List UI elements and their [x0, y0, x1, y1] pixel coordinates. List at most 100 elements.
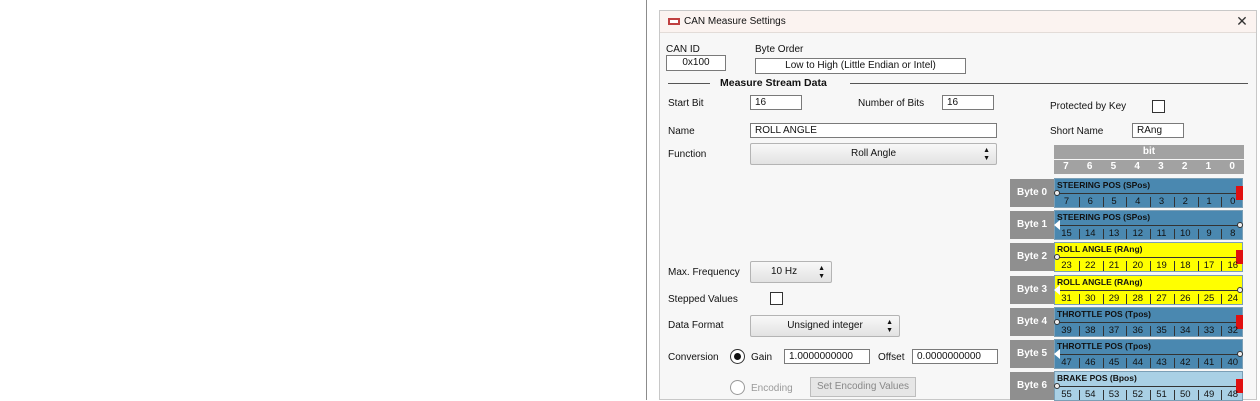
bit-index: 20 [1132, 260, 1144, 272]
bit-divider [1221, 261, 1223, 272]
data-format-select[interactable]: Unsigned integer ▲ ▼ [750, 315, 900, 337]
gain-field[interactable]: 1.0000000000 [784, 349, 870, 364]
protected-by-key-checkbox[interactable] [1152, 100, 1165, 113]
set-encoding-values-button[interactable]: Set Encoding Values [810, 377, 916, 397]
dialog-panel: CAN Measure Settings ✕ CAN ID 0x100 Byte… [659, 10, 1257, 401]
bit-index: 46 [1084, 357, 1096, 368]
bit-index: 45 [1108, 357, 1120, 368]
close-icon[interactable]: ✕ [1234, 13, 1250, 29]
bit-divider [1197, 390, 1199, 401]
bit-index: 49 [1203, 389, 1215, 401]
bit-divider [1126, 229, 1128, 240]
select-arrows-icon: ▲ ▼ [886, 319, 893, 334]
function-select[interactable]: Roll Angle ▲ ▼ [750, 143, 997, 165]
byte-5-signal-bar[interactable]: THROTTLE POS (Tpos) 47 46 45 44 43 42 41 40 [1054, 339, 1243, 369]
bit-index-row: 31 30 29 28 27 26 25 24 [1055, 293, 1242, 305]
bit-divider [1150, 325, 1151, 336]
byte-6-signal-bar[interactable]: BRAKE POS (Bpos) 55 54 53 52 51 50 49 48 [1054, 371, 1243, 401]
bit-divider [1102, 358, 1104, 368]
byte-1-signal-bar[interactable]: STEERING POS (SPos) 15 14 13 12 11 10 9 8 [1054, 210, 1243, 241]
byte-6-button[interactable]: Byte 6 [1010, 372, 1054, 401]
bit-index: 21 [1108, 260, 1120, 272]
bit-number: 4 [1134, 161, 1140, 172]
bit-index: 28 [1132, 292, 1144, 304]
bit-index: 16 [1227, 260, 1239, 272]
bit-index: 0 [1230, 196, 1236, 207]
bit-index: 17 [1203, 260, 1215, 272]
short-name-field[interactable]: RAng [1132, 123, 1184, 138]
conversion-label: Conversion [668, 352, 719, 363]
bit-divider [1102, 325, 1104, 336]
bit-index: 37 [1108, 324, 1120, 336]
data-format-label: Data Format [668, 320, 724, 331]
signal-span-line [1057, 257, 1239, 259]
max-frequency-select[interactable]: 10 Hz ▲ ▼ [750, 261, 832, 283]
bit-index: 19 [1156, 260, 1167, 272]
window-title: CAN Measure Settings [684, 16, 786, 27]
bit-index: 14 [1084, 228, 1096, 240]
bit-index: 47 [1061, 357, 1072, 368]
byte-3-button[interactable]: Byte 3 [1010, 275, 1054, 304]
bit-index: 30 [1084, 292, 1096, 304]
signal-span-line [1057, 354, 1239, 355]
signal-label: STEERING POS (SPos) [1057, 180, 1151, 190]
byte-2-signal-bar[interactable]: ROLL ANGLE (RAng) 23 22 21 20 19 18 17 16 [1054, 242, 1243, 273]
signal-label: BRAKE POS (Bpos) [1057, 373, 1137, 384]
bit-divider [1221, 197, 1223, 207]
bit-index: 38 [1084, 324, 1096, 336]
section-rule-right [850, 83, 1248, 84]
bit-divider [1078, 197, 1080, 207]
bit-number: 2 [1181, 161, 1188, 172]
stepped-values-checkbox[interactable] [770, 292, 783, 305]
encoding-label: Encoding [751, 383, 793, 394]
byte-4-signal-bar[interactable]: THROTTLE POS (Tpos) 39 38 37 36 35 34 33 32 [1054, 306, 1243, 337]
start-bit-field[interactable]: 16 [750, 95, 802, 110]
bit-divider [1102, 197, 1104, 207]
bit-divider [1197, 293, 1199, 304]
bit-index-row: 55 54 53 52 51 50 49 48 [1055, 389, 1242, 401]
byte-order-field[interactable]: Low to High (Little Endian or Intel) [755, 58, 966, 74]
byte-4-button[interactable]: Byte 4 [1010, 307, 1054, 336]
byte-3-signal-bar[interactable]: ROLL ANGLE (RAng) 31 30 29 28 27 26 25 24 [1054, 274, 1243, 305]
gain-radio[interactable] [730, 349, 745, 364]
can-id-field[interactable]: 0x100 [666, 55, 726, 71]
can-id-label: CAN ID [666, 44, 700, 55]
function-label: Function [668, 149, 707, 160]
bit-divider [1078, 390, 1080, 401]
bit-index: 13 [1108, 228, 1120, 240]
number-of-bits-field[interactable]: 16 [942, 95, 994, 110]
bit-index-row: 39 38 37 36 35 34 33 32 [1055, 325, 1242, 337]
bit-divider [1197, 197, 1199, 207]
bit-index: 42 [1179, 357, 1191, 368]
bit-divider [1197, 229, 1199, 240]
app-icon [668, 18, 680, 25]
encoding-radio[interactable] [730, 380, 745, 395]
bit-index: 40 [1227, 357, 1239, 368]
bit-index: 4 [1135, 196, 1141, 207]
bit-number: 1 [1205, 161, 1212, 172]
bit-divider [1078, 293, 1080, 304]
signal-span-line [1057, 321, 1239, 323]
byte-1-button[interactable]: Byte 1 [1010, 211, 1054, 240]
bit-index: 11 [1156, 228, 1167, 240]
byte-5-button[interactable]: Byte 5 [1010, 340, 1054, 368]
bit-divider [1173, 229, 1175, 240]
bit-divider [1173, 390, 1175, 401]
bit-index-row: 7 6 5 4 3 2 1 0 [1055, 196, 1242, 208]
bit-divider [1150, 390, 1151, 401]
bit-number: 3 [1158, 161, 1164, 172]
data-format-value: Unsigned integer [787, 320, 863, 331]
bit-divider [1150, 229, 1151, 240]
bit-index: 43 [1156, 357, 1167, 368]
start-bit-label: Start Bit [668, 98, 704, 109]
byte-0-button[interactable]: Byte 0 [1010, 179, 1054, 207]
offset-field[interactable]: 0.0000000000 [912, 349, 998, 364]
bit-number: 5 [1110, 161, 1117, 172]
signal-span-line [1057, 193, 1239, 194]
bit-index-row: 23 22 21 20 19 18 17 16 [1055, 260, 1242, 272]
section-rule-left [668, 83, 710, 84]
signal-label: ROLL ANGLE (RAng) [1057, 244, 1143, 255]
name-field[interactable]: ROLL ANGLE [750, 123, 997, 138]
byte-0-signal-bar[interactable]: STEERING POS (SPos) 7 6 5 4 3 2 1 0 [1054, 178, 1243, 208]
byte-2-button[interactable]: Byte 2 [1010, 243, 1054, 272]
